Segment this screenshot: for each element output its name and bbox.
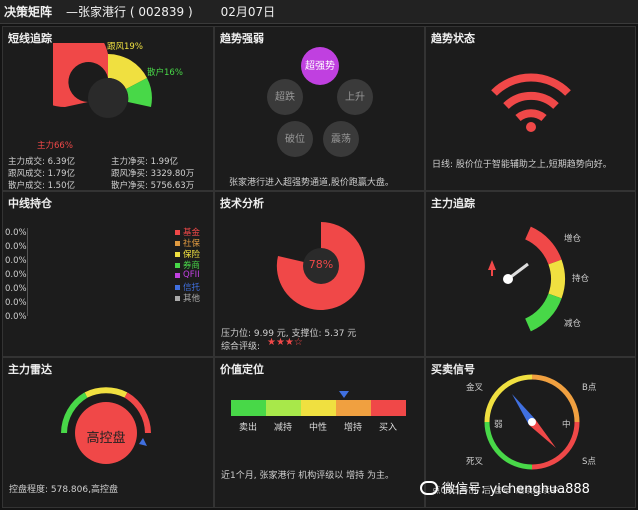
value-label-sell: 卖出	[239, 423, 258, 433]
gauge-label-reduce: 减仓	[564, 319, 582, 329]
gauge-hub	[503, 274, 513, 284]
label-zhuli: 主力66%	[37, 141, 73, 151]
trend-state-note: 日线: 股价位于智能辅助之上,短期趋势向好。	[432, 160, 612, 170]
stock-title: —张家港行 ( 002839 )	[66, 5, 193, 19]
bubble-oversold[interactable]: 超跌	[267, 79, 303, 115]
value-note: 近1个月, 张家港行 机构评级以 增持 为主。	[221, 471, 395, 481]
radar-note: 控盘程度: 578.806,高控盘	[9, 485, 118, 495]
panel-main-track: 主力追踪 增仓 持仓 减仓	[425, 191, 636, 357]
stat-sanhu-net: 散户净买: 5756.63万	[111, 181, 195, 191]
signal-label-dead: 死叉	[466, 457, 484, 467]
panel-value: 价值定位 卖出 减持 中性 增持 买入 近1个月, 张家港行 机构评级以 增持 …	[214, 357, 425, 508]
legend-other: 其他	[175, 292, 200, 304]
axis-tick: 0.0%	[5, 284, 27, 294]
panel-grid: 短线追踪 跟风19% 散户16% 主力66% 主力成交: 6.39亿 主力净买:…	[2, 26, 636, 508]
bubble-super-strong[interactable]: 超强势	[301, 47, 339, 85]
tech-rating-label: 综合评级:	[221, 342, 261, 352]
value-box-sell	[231, 400, 266, 416]
axis-tick: 0.0%	[5, 312, 27, 322]
value-label-neutral: 中性	[309, 423, 328, 433]
panel-radar: 主力雷达 高控盘 控盘程度: 578.806,高控盘	[2, 357, 214, 508]
panel-short-track: 短线追踪 跟风19% 散户16% 主力66% 主力成交: 6.39亿 主力净买:…	[2, 26, 214, 191]
rating-stars: ★★★☆	[267, 337, 303, 348]
panel-title: 买卖信号	[431, 363, 475, 376]
app-title: 决策矩阵	[4, 5, 53, 19]
panel-trend-strength: 趋势强弱 超强势 超跌 上升 破位 震荡 张家港行进入超强势通道,股价跑赢大盘。	[214, 26, 425, 191]
panel-title: 价值定位	[220, 363, 264, 376]
value-label-reduce: 减持	[274, 423, 293, 433]
value-box-reduce	[266, 400, 301, 416]
wechat-icon	[420, 480, 438, 495]
stat-zhuli-deal: 主力成交: 6.39亿	[8, 157, 75, 167]
axis-tick: 0.0%	[5, 256, 27, 266]
trend-strength-note: 张家港行进入超强势通道,股价跑赢大盘。	[229, 178, 394, 188]
signal-label-golden: 金叉	[466, 383, 484, 393]
legend-qfii: QFII	[175, 270, 200, 280]
axis-tick: 0.0%	[5, 298, 27, 308]
signal-label-weak: 弱	[494, 420, 503, 430]
panel-title: 主力雷达	[8, 363, 52, 376]
radar-center-label: 高控盘	[86, 431, 126, 446]
value-label-buy: 买入	[379, 423, 398, 433]
stat-gengfeng-net: 跟风净买: 3329.80万	[111, 169, 195, 179]
bubble-break[interactable]: 破位	[277, 121, 313, 157]
bubble-rising[interactable]: 上升	[337, 79, 373, 115]
value-box-buy	[371, 400, 406, 416]
panel-title: 趋势状态	[431, 32, 475, 45]
value-box-add	[336, 400, 371, 416]
panel-title: 中线持仓	[8, 197, 52, 210]
panel-title: 技术分析	[220, 197, 264, 210]
panel-title: 趋势强弱	[220, 32, 264, 45]
stat-gengfeng-deal: 跟风成交: 1.79亿	[8, 169, 75, 179]
compass-hub	[528, 418, 536, 426]
stat-sanhu-deal: 散户成交: 1.50亿	[8, 181, 75, 191]
label-gengfeng: 跟风19%	[107, 42, 143, 52]
axis-tick: 0.0%	[5, 242, 27, 252]
axis-tick: 0.0%	[5, 228, 27, 238]
watermark-text: 微信号: yichenghua888	[442, 482, 590, 497]
up-arrow-stem	[491, 268, 493, 276]
panel-mid-hold: 中线持仓 0.0% 0.0% 0.0% 0.0% 0.0% 0.0% 0.0% …	[2, 191, 214, 357]
panel-tech: 技术分析 78% 压力位: 9.99 元, 支撑位: 5.37 元 综合评级: …	[214, 191, 425, 357]
value-marker-icon	[339, 391, 349, 398]
label-sanhu: 散户16%	[147, 68, 183, 78]
bubble-oscillate[interactable]: 震荡	[323, 121, 359, 157]
gauge-label-add: 增仓	[564, 234, 582, 244]
stat-zhuli-net: 主力净买: 1.99亿	[111, 157, 178, 167]
date-title: 02月07日	[220, 5, 276, 19]
watermark: 微信号: yichenghua888	[420, 478, 590, 497]
axis-line	[27, 228, 28, 316]
signal-label-b: B点	[582, 383, 597, 393]
signal-label-mid: 中	[562, 420, 571, 430]
radar-pointer	[139, 438, 147, 446]
wifi-icon	[491, 73, 571, 132]
gauge-label-hold: 持仓	[572, 274, 590, 284]
panel-title: 短线追踪	[8, 32, 52, 45]
tech-percent: 78%	[308, 258, 334, 271]
title-bar: 决策矩阵 —张家港行 ( 002839 ) 02月07日	[0, 0, 638, 24]
panel-trend-state: 趋势状态 日线: 股价位于智能辅助之上,短期趋势向好。	[425, 26, 636, 191]
value-label-add: 增持	[344, 423, 363, 433]
donut-chart	[53, 43, 152, 118]
panel-title: 主力追踪	[431, 197, 475, 210]
signal-label-s: S点	[582, 457, 596, 467]
value-box-neutral	[301, 400, 336, 416]
axis-tick: 0.0%	[5, 270, 27, 280]
